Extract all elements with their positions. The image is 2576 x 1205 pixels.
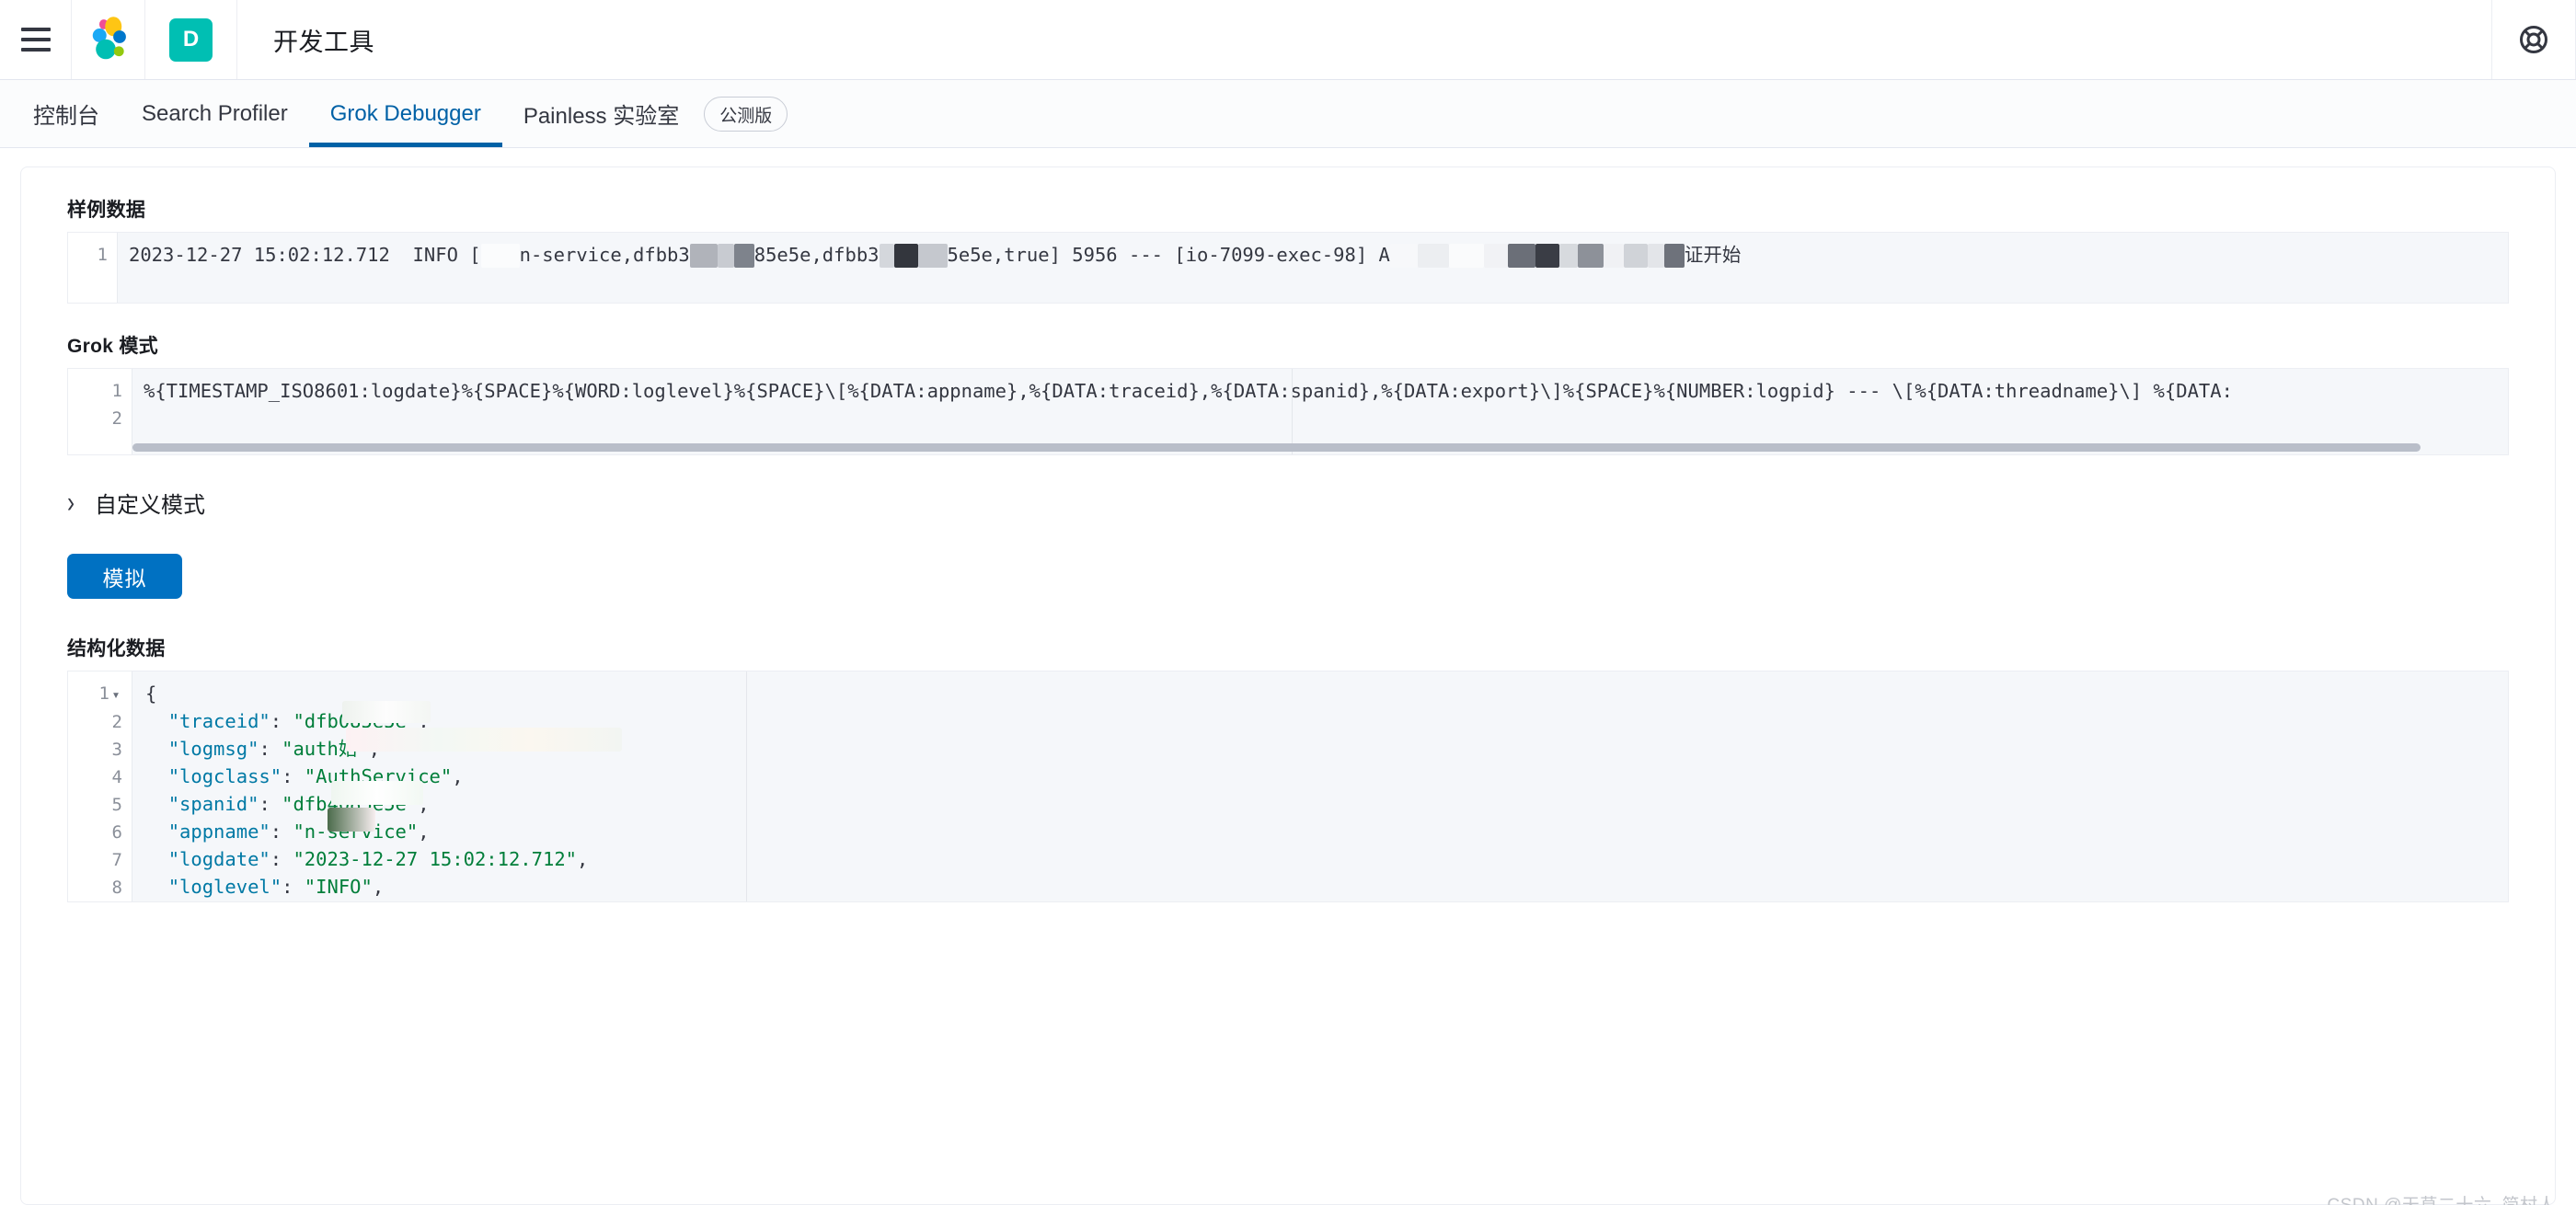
structured-data-gutter: 1▾23456789101112	[68, 671, 132, 901]
fold-arrow-icon[interactable]: ▾	[109, 681, 122, 708]
grok-pattern-scrollbar[interactable]	[132, 443, 2491, 452]
lifebuoy-help-icon	[2520, 26, 2547, 53]
redacted-block	[480, 244, 520, 268]
redacted-block	[733, 244, 754, 268]
redacted-block	[1647, 244, 1664, 268]
line-number: 5	[111, 795, 122, 815]
page-body: 样例数据 1 2023-12-27 15:02:12.712 INFO [n-s…	[0, 166, 2576, 1205]
chevron-right-icon: ›	[67, 485, 75, 520]
structured-data-editor[interactable]: 1▾23456789101112 { "traceid": "dfb085e5e…	[67, 671, 2509, 902]
grok-pattern-editor[interactable]: 1 2 %{TIMESTAMP_ISO8601:logdate}%{SPACE}…	[67, 368, 2509, 455]
header-right-actions	[2491, 0, 2576, 79]
line-number: 8	[111, 878, 122, 898]
redacted-block	[1483, 244, 1508, 268]
hamburger-icon	[20, 28, 51, 52]
sample-data-input[interactable]: 2023-12-27 15:02:12.712 INFO [n-service,…	[118, 233, 2508, 303]
redacted-block	[1558, 244, 1578, 268]
page-title: 开发工具	[273, 28, 374, 56]
grok-pattern-gutter: 1 2	[68, 369, 132, 454]
simulate-button[interactable]: 模拟	[67, 554, 182, 599]
structured-data-output: { "traceid": "dfb085e5e", "logmsg": "aut…	[132, 671, 2508, 901]
redacted-block	[717, 244, 734, 268]
redacted-block	[1417, 244, 1449, 268]
structured-data-section: 结构化数据 1▾23456789101112 { "traceid": "dfb…	[67, 634, 2509, 902]
grok-debugger-panel: 样例数据 1 2023-12-27 15:02:12.712 INFO [n-s…	[20, 166, 2556, 1205]
elastic-logo-link[interactable]	[72, 0, 145, 79]
custom-patterns-accordion[interactable]: › 自定义模式	[67, 485, 2509, 520]
redacted-block	[342, 701, 431, 723]
redacted-block	[917, 244, 948, 268]
code-line: {	[145, 683, 157, 705]
csdn-watermark: CSDN @天草二十六_简村人	[2328, 1191, 2556, 1205]
space-avatar: D	[169, 17, 213, 62]
redacted-block	[1623, 244, 1648, 268]
elastic-logo-icon	[92, 17, 126, 60]
beta-badge: 公测版	[704, 97, 788, 132]
line-number: 4	[111, 767, 122, 787]
code-line: "logclass": "AuthService",	[167, 765, 464, 787]
sample-data-label: 样例数据	[67, 200, 146, 221]
redacted-block	[1389, 244, 1418, 268]
tab-search-profiler[interactable]: Search Profiler	[121, 80, 309, 147]
grok-pattern-input[interactable]: %{TIMESTAMP_ISO8601:logdate}%{SPACE}%{WO…	[132, 369, 2508, 454]
redacted-block	[328, 808, 375, 832]
grok-pattern-label: Grok 模式	[67, 336, 158, 357]
space-selector-button[interactable]: D	[145, 0, 237, 79]
redacted-block	[331, 781, 423, 805]
sample-data-editor[interactable]: 1 2023-12-27 15:02:12.712 INFO [n-servic…	[67, 232, 2509, 304]
help-button[interactable]	[2491, 0, 2576, 79]
redacted-block	[879, 244, 894, 268]
app-header: D 开发工具	[0, 0, 2576, 80]
redacted-block	[893, 244, 918, 268]
line-number: 2	[111, 712, 122, 732]
redacted-block	[689, 244, 718, 268]
tab-grok-debugger[interactable]: Grok Debugger	[308, 80, 502, 147]
result-print-margin	[746, 671, 747, 901]
redacted-block	[1663, 244, 1685, 268]
redacted-block	[346, 728, 622, 752]
code-line: "loglevel": "INFO",	[167, 876, 385, 898]
editor-cursor-guide	[1292, 369, 1293, 454]
code-line: "spanid": "dfb4085e5e",	[167, 793, 430, 815]
redacted-block	[1535, 244, 1559, 268]
code-line: "appname": "n-service",	[167, 821, 430, 843]
tab-painless-lab[interactable]: Painless 实验室	[502, 80, 700, 147]
redacted-block	[1603, 244, 1624, 268]
sample-data-gutter: 1	[68, 233, 118, 303]
line-number: 3	[111, 740, 122, 760]
tab-console[interactable]: 控制台	[12, 80, 121, 147]
line-number: 6	[111, 822, 122, 843]
line-number: 7	[111, 850, 122, 870]
custom-patterns-label: 自定义模式	[95, 493, 205, 518]
structured-data-label: 结构化数据	[67, 638, 166, 660]
grok-pattern-scrollbar-thumb[interactable]	[132, 443, 2421, 452]
redacted-block	[1448, 244, 1484, 268]
menu-toggle-button[interactable]	[0, 0, 72, 79]
line-number: 1 ▾	[68, 680, 122, 708]
redacted-block	[1507, 244, 1535, 268]
line-number: 9	[68, 901, 122, 902]
code-line: "logdate": "2023-12-27 15:02:12.712",	[167, 848, 589, 870]
redacted-block	[1577, 244, 1604, 268]
devtools-tabbar: 控制台 Search Profiler Grok Debugger Painle…	[0, 80, 2576, 148]
